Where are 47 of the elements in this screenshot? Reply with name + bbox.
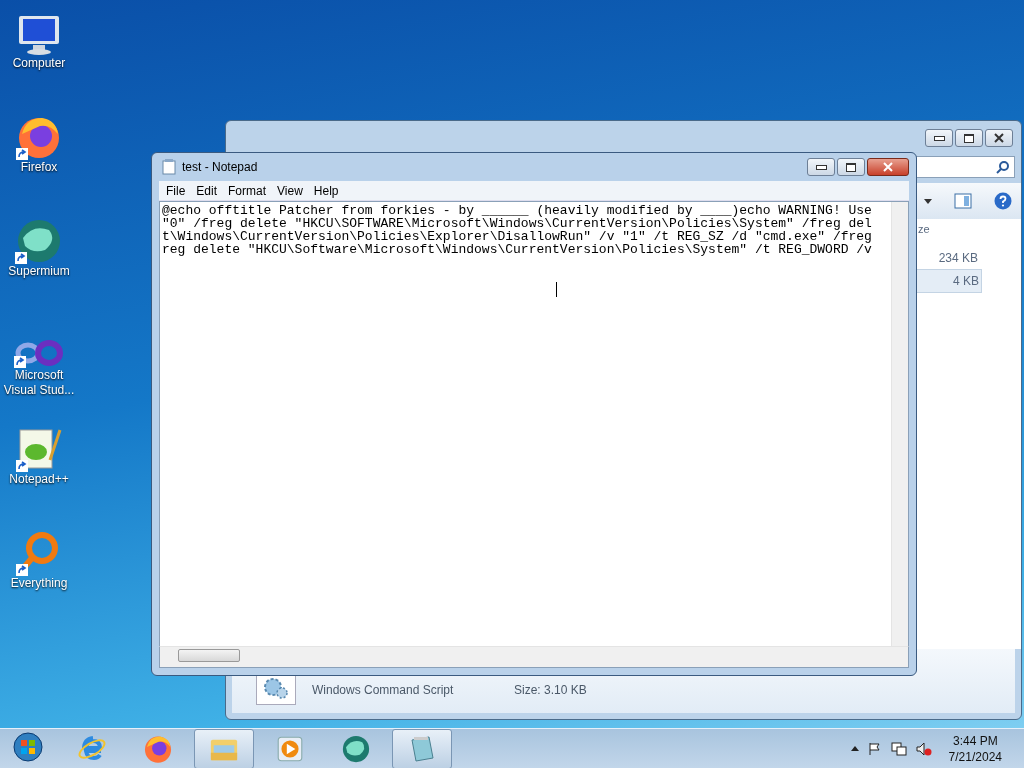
text-line: reg delete "HKCU\Software\Microsoft\Windows\CurrentVersion\Policies\System" /t REG_DWORD /v — [162, 243, 872, 256]
close-button[interactable] — [985, 129, 1013, 147]
text-line: "0" /freg delete "HKCU\SOFTWARE\Microsoft\Windows\CurrentVersion\Policies\System" /freg del — [162, 217, 872, 230]
menu-item[interactable]: Format — [223, 183, 273, 198]
infinity-icon — [14, 338, 64, 368]
desktop-icon-label[interactable]: Microsoft Visual Stud... — [2, 368, 76, 398]
taskbar-button[interactable] — [392, 728, 452, 768]
menu-item[interactable]: Help — [308, 183, 345, 198]
vertical-scrollbar[interactable] — [891, 202, 908, 646]
clock-date[interactable]: 7/21/2024 — [948, 748, 1002, 765]
globe-swirl-icon — [341, 733, 371, 764]
close-icon[interactable] — [994, 133, 1004, 143]
close-button[interactable] — [867, 158, 909, 176]
desktop-icon-label[interactable]: Notepad++ — [2, 472, 76, 487]
minimize-button[interactable] — [925, 129, 953, 147]
search-field[interactable] — [915, 156, 1015, 178]
globe-swirl-icon — [15, 218, 63, 264]
desktop-icon-label[interactable]: Computer — [2, 56, 76, 71]
menu-item[interactable]: File — [161, 183, 192, 198]
horizontal-scrollbar[interactable] — [159, 646, 909, 668]
network-icon[interactable] — [890, 741, 907, 756]
text-cursor-icon — [556, 282, 557, 297]
speaker-muted-icon[interactable] — [915, 741, 932, 756]
notepad-icon — [162, 159, 176, 175]
flag-icon[interactable] — [867, 741, 882, 756]
maximize-button[interactable] — [955, 129, 983, 147]
help-icon[interactable] — [994, 192, 1012, 210]
taskbar-button[interactable] — [194, 728, 254, 768]
search-icon[interactable] — [996, 160, 1010, 174]
dropdown-caret-icon[interactable] — [924, 198, 932, 204]
file-size: 234 KB — [937, 250, 979, 267]
minimize-button[interactable] — [807, 158, 835, 176]
caret-up-icon[interactable] — [850, 746, 859, 751]
file-size-detail: Size: 3.10 KB — [514, 683, 587, 697]
file-type: Windows Command Script — [312, 683, 455, 697]
maximize-button[interactable] — [837, 158, 865, 176]
window-title: test - Notepad — [182, 160, 258, 174]
file-size: 4 KB — [916, 269, 982, 293]
notepad-lizard-icon — [16, 426, 62, 472]
desktop-icon-label[interactable]: Supermium — [2, 264, 76, 279]
menu-item[interactable]: Edit — [191, 183, 224, 198]
desktop-icon-label[interactable]: Firefox — [2, 160, 76, 175]
column-header[interactable]: ze — [916, 219, 930, 247]
text-line: @echo offtitle Patcher from forkies - by ______ (heavily modified by ____)echo WARNING! Use — [162, 204, 872, 217]
text-line: t\Windows\CurrentVersion\Policies\Explorer\DisallowRun" /v "1" /t REG_SZ /d "cmd.exe" /freg — [162, 230, 872, 243]
clock-time[interactable]: 3:44 PM — [952, 732, 998, 749]
menu-item[interactable]: View — [272, 183, 309, 198]
